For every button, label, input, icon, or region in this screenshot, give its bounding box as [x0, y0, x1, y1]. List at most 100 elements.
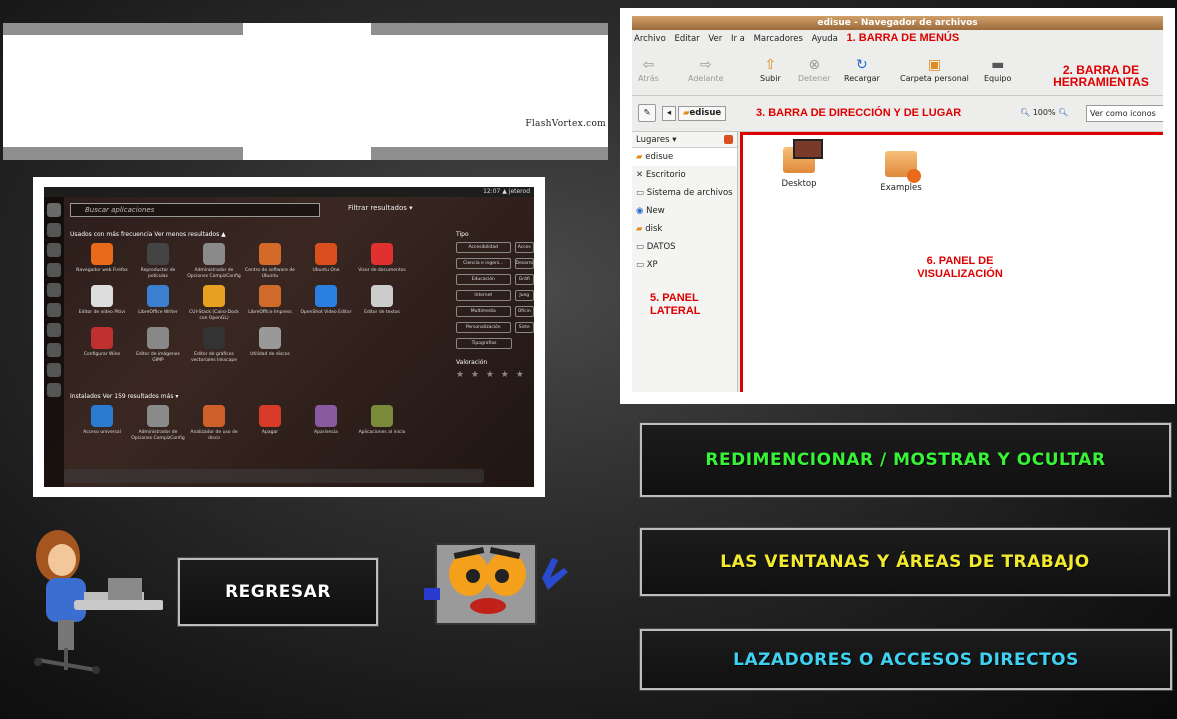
- chevron-left-icon: ◂: [662, 106, 676, 121]
- rating-stars: ★ ★ ★ ★ ★: [456, 370, 526, 380]
- lazadores-button[interactable]: LAZADORES O ACCESOS DIRECTOS: [639, 628, 1173, 691]
- back-label: Atrás: [638, 74, 659, 83]
- nautilus-window: edisue - Navegador de archivos Archivo E…: [632, 16, 1163, 392]
- launcher-tile: [47, 243, 61, 257]
- label-view: 6. PANEL DE VISUALIZACIÓN: [917, 255, 1003, 280]
- dash-status-text: 12:07 ▲ jeterod: [483, 188, 530, 195]
- location-bar: ✎ ◂ ▰edisue 3. BARRA DE DIRECCIÓN Y DE L…: [632, 96, 1163, 132]
- app-item: Utilidad de discos: [242, 327, 298, 363]
- app-icon: [147, 285, 169, 307]
- side-item-label: Sistema de archivos: [646, 188, 733, 198]
- location-crumb: ▰edisue: [678, 106, 727, 121]
- app-item: Editor de imágenes GIMP: [130, 327, 186, 363]
- arrow-up-icon: ⇧: [764, 57, 777, 73]
- computer-label: Equipo: [984, 74, 1012, 83]
- app-icon: [259, 243, 281, 265]
- side-item-label: edisue: [645, 152, 674, 162]
- toolbar: ⇦ Atrás ⇨ Adelante ⇧ Subir ⊗ Detener ↻ Recarg…: [632, 46, 1163, 96]
- ubuntu-dash-screenshot: 12:07 ▲ jeterod Buscar aplicaciones Filt…: [33, 177, 545, 497]
- app-label: Aplicaciones al inicio: [358, 430, 406, 435]
- view-panel: Desktop Examples 6. PANEL DE VISUALIZACI…: [740, 132, 1163, 392]
- dash-section-frequent: Usados con más frecuencia Ver menos resu…: [70, 231, 226, 238]
- filter-title: Tipo: [456, 231, 469, 238]
- label-toolbar: 2. BARRA DE HERRAMIENTAS: [1053, 63, 1149, 89]
- label-side: 5. PANEL LATERAL: [650, 292, 701, 317]
- app-item: Editor de textos: [354, 285, 410, 321]
- filter-button: Educación: [456, 274, 511, 285]
- folder-desktop: Desktop: [769, 139, 829, 189]
- ventanas-button[interactable]: LAS VENTANAS Y ÁREAS DE TRABAJO: [639, 527, 1171, 597]
- app-icon: [259, 285, 281, 307]
- rating-title: Valoración: [456, 359, 488, 366]
- side-item-edisue: ▰ edisue: [632, 148, 737, 166]
- launcher-tile: [47, 363, 61, 377]
- launcher-tile: [47, 223, 61, 237]
- computer-icon: ▬: [991, 57, 1005, 73]
- side-item-label: XP: [646, 260, 658, 270]
- app-label: Utilidad de discos: [250, 352, 290, 357]
- app-item: Administrador de Opciones CompizConfig: [130, 405, 186, 441]
- app-icon: [371, 405, 393, 427]
- drive-icon: ▭: [636, 242, 647, 252]
- side-item-label: DATOS: [646, 242, 676, 252]
- app-label: Editor de gráficos vectoriales Inkscape: [190, 352, 238, 363]
- filter-button: Accesibilidad: [456, 242, 511, 253]
- app-item: Acceso universal: [74, 405, 130, 441]
- app-item: Editor de vídeo Pitivi: [74, 285, 130, 321]
- app-icon: [203, 285, 225, 307]
- ubuntu-dash: 12:07 ▲ jeterod Buscar aplicaciones Filt…: [44, 187, 534, 487]
- app-item: Analizador de uso de disco: [186, 405, 242, 441]
- app-label: Editor de vídeo Pitivi: [78, 310, 126, 315]
- folder-examples: Examples: [871, 151, 931, 193]
- edit-location-icon: ✎: [638, 104, 656, 122]
- regresar-button[interactable]: REGRESAR: [177, 557, 379, 627]
- side-item-label: disk: [645, 224, 663, 234]
- zoom-in-icon: 🔍︎: [1058, 108, 1069, 117]
- stop-label: Detener: [798, 74, 831, 83]
- filter-button: Oficin: [514, 306, 534, 317]
- filter-button: Multimedia: [456, 306, 511, 317]
- home-label: Carpeta personal: [900, 74, 969, 83]
- stop-button: ⊗ Detener: [798, 56, 830, 83]
- app-item: Ubuntu One: [298, 243, 354, 279]
- zoom-control: 🔍︎ 100% 🔍︎: [1020, 108, 1068, 117]
- reload-icon: ↻: [856, 57, 868, 73]
- filter-button: Internet: [456, 290, 511, 301]
- side-item-label: Escritorio: [645, 170, 686, 180]
- app-icon: [259, 327, 281, 349]
- app-icon: [91, 405, 113, 427]
- launcher-tile: [47, 383, 61, 397]
- desktop-icon: ✕: [636, 170, 646, 180]
- app-item: Administrador de Opciones CompizConfig: [186, 243, 242, 279]
- launcher-tile: [47, 303, 61, 317]
- launcher-tile: [47, 283, 61, 297]
- dash-filter-panel: Tipo Accesibilidad Acces Ciencia e ingeni.…: [456, 231, 534, 487]
- app-label: Acceso universal: [83, 430, 121, 435]
- redimensionar-button[interactable]: REDIMENCIONAR / MOSTRAR Y OCULTAR: [639, 422, 1172, 498]
- side-item-escritorio: ✕ Escritorio: [632, 166, 737, 184]
- app-icon: [91, 327, 113, 349]
- app-label: CUI-Stack (Cairo-Dock con OpenGL): [189, 310, 239, 321]
- app-icon: [147, 327, 169, 349]
- app-item: LibreOffice Impress: [242, 285, 298, 321]
- forward-label: Adelante: [688, 74, 724, 83]
- app-label: Centro de software de Ubuntu: [245, 268, 295, 279]
- app-icon: [203, 405, 225, 427]
- app-label: LibreOffice Impress: [248, 310, 292, 315]
- filter-button: Gráfi: [514, 274, 534, 285]
- app-item: OpenShot Video Editor: [298, 285, 354, 321]
- app-label: Analizador de uso de disco: [190, 430, 238, 441]
- zoom-level: 100%: [1032, 108, 1056, 117]
- label-menubar: 1. BARRA DE MENÚS: [846, 32, 960, 44]
- folder-label: Examples: [880, 183, 922, 193]
- dash-section-installed: Instalados Ver 159 resultados más ▾: [70, 393, 179, 400]
- app-icon: [203, 243, 225, 265]
- dash-launcher: [44, 197, 64, 487]
- filter-button: Tipografías: [456, 338, 512, 349]
- link-emblem-icon: [907, 169, 921, 183]
- app-icon: [371, 243, 393, 265]
- filter-button: Acces: [514, 242, 534, 253]
- forward-button: ⇨ Adelante: [688, 56, 724, 83]
- arrow-left-icon: ⇦: [642, 57, 655, 73]
- app-item: LibreOffice Writer: [130, 285, 186, 321]
